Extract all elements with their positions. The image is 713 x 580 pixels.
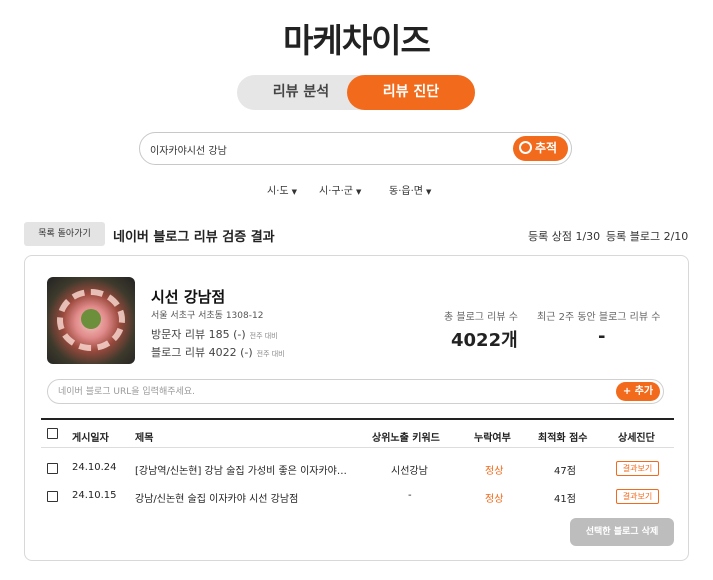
chevron-down-icon: ▼ [291,188,297,196]
blog-url-input[interactable] [58,384,598,400]
row-checkbox[interactable] [47,463,58,474]
blog-review-text: 블로그 리뷰 4022 (-) [151,346,253,359]
registered-blog-count: 등록 블로그 2/10 [606,230,689,243]
brand-logo: 마케차이즈 [283,21,431,60]
store-address: 서울 서초구 서초동 1308-12 [151,311,264,321]
row-title[interactable]: [강남역/신논현] 강남 술집 가성비 좋은 이자카야 시선 강남점 [135,462,347,477]
blog-review: 블로그 리뷰 4022 (-) 전주 대비 [151,344,285,360]
sido-dropdown[interactable]: 시·도 ▼ [267,182,297,198]
row-score: 41점 [554,494,576,505]
mode-toggle: 리뷰 분석 리뷰 진단 [237,75,475,110]
row-checkbox[interactable] [47,491,58,502]
delete-selected-blogs-button[interactable]: 선택한 블로그 삭제 [570,518,674,546]
result-title: 네이버 블로그 리뷰 검증 결과 [113,230,275,245]
row-title[interactable]: 강남/신논현 술집 이자카야 시선 강남점 [135,490,347,505]
header-detail: 상세진단 [618,433,655,444]
table-top-border [41,418,674,420]
header-missing: 누락여부 [474,433,511,444]
row-keyword: - [408,490,412,501]
row-date: 24.10.24 [72,462,117,473]
dong-dropdown[interactable]: 동·읍·면 ▼ [389,182,431,198]
row-missing-status: 정상 [485,494,504,505]
registered-store-count: 등록 상점 1/30 [528,230,601,243]
row-date: 24.10.15 [72,490,117,501]
store-thumbnail [47,277,135,364]
store-name: 시선 강남점 [151,288,226,306]
tab-review-analysis[interactable]: 리뷰 분석 [237,75,365,110]
select-all-checkbox[interactable] [47,428,58,439]
dong-label: 동·읍·면 [389,186,423,197]
row-score: 47점 [554,466,576,477]
row-keyword: 시선강남 [391,466,428,477]
header-date: 게시일자 [72,433,109,444]
row-missing-status: 정상 [485,466,504,477]
add-blog-button[interactable]: + 추가 [616,382,660,401]
store-result-card: 시선 강남점 서울 서초구 서초동 1308-12 방문자 리뷰 185 (-)… [24,255,689,561]
sigungu-dropdown[interactable]: 시·구·군 ▼ [319,182,361,198]
back-to-list-button[interactable]: 목록 돌아가기 [24,222,105,246]
search-bar: 추적 [139,132,572,165]
recent-blog-review-label: 최근 2주 동안 블로그 리뷰 수 [537,312,661,323]
table-header-divider [41,447,674,448]
visitor-review: 방문자 리뷰 185 (-) 전주 대비 [151,326,278,342]
visitor-review-text: 방문자 리뷰 185 (-) [151,328,246,341]
sido-label: 시·도 [267,186,289,197]
search-button[interactable]: 추적 [513,136,568,161]
search-input[interactable] [150,139,510,159]
sigungu-label: 시·구·군 [319,186,353,197]
chevron-down-icon: ▼ [355,188,362,196]
chevron-down-icon: ▼ [425,188,432,196]
search-icon [519,141,532,154]
header-score: 최적화 점수 [538,433,588,444]
total-blog-review-value: 4022개 [451,330,518,351]
view-result-button[interactable]: 결과보기 [616,489,659,504]
search-button-label: 추적 [535,141,558,155]
total-blog-review-label: 총 블로그 리뷰 수 [444,312,518,323]
tab-review-diagnosis[interactable]: 리뷰 진단 [347,75,475,110]
visitor-compare: 전주 대비 [249,332,278,340]
blog-url-bar: + 추가 [47,379,664,404]
header-keyword: 상위노출 키워드 [372,433,440,444]
view-result-button[interactable]: 결과보기 [616,461,659,476]
recent-blog-review-value: - [598,326,606,347]
header-title: 제목 [135,433,154,444]
blog-compare: 전주 대비 [256,350,285,358]
